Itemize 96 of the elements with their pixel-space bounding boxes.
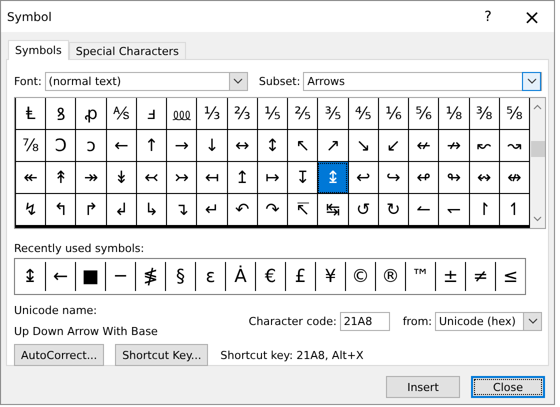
dialog-button[interactable]: AutoCorrect... bbox=[14, 344, 104, 366]
symbol-cell[interactable]: ⅞ bbox=[15, 130, 46, 162]
symbol-cell[interactable]: ꝸ bbox=[45, 98, 76, 130]
symbol-cell[interactable]: ⅜ bbox=[468, 98, 499, 130]
symbol-cell[interactable]: ↕ bbox=[256, 130, 288, 162]
dialog-button[interactable]: Close bbox=[471, 376, 545, 398]
subset-dropdown[interactable]: Arrows bbox=[303, 72, 542, 90]
help-button[interactable]: ? bbox=[466, 2, 510, 32]
symbol-cell[interactable]: ↩ bbox=[348, 162, 378, 194]
symbol-cell[interactable]: ↠ bbox=[75, 162, 106, 194]
symbol-cell[interactable]: ← bbox=[106, 130, 136, 162]
symbol-cell[interactable]: ↓ bbox=[196, 130, 227, 162]
font-label: Font: bbox=[14, 74, 42, 88]
symbol-cell[interactable]: ↷ bbox=[256, 194, 288, 226]
dialog-button[interactable]: Insert bbox=[386, 376, 460, 398]
symbol-cell[interactable]: ↽ bbox=[438, 194, 469, 226]
symbol-cell[interactable]: ↵ bbox=[196, 194, 227, 226]
symbol-cell[interactable]: ↘ bbox=[348, 130, 378, 162]
symbol-cell[interactable]: ↼ bbox=[408, 194, 438, 226]
symbol-cell[interactable]: ⅍ bbox=[106, 98, 136, 130]
close-button[interactable]: × bbox=[510, 2, 554, 32]
tab[interactable]: Symbols bbox=[8, 40, 69, 60]
character-code-label: Character code: bbox=[248, 314, 337, 328]
symbol-cell[interactable]: ↨ bbox=[317, 162, 348, 194]
window-title: Symbol bbox=[7, 10, 53, 24]
symbol-cell[interactable]: ↲ bbox=[106, 194, 136, 226]
symbol-cell[interactable]: Ⱡ bbox=[15, 98, 46, 130]
symbol-cell[interactable]: ⅗ bbox=[317, 98, 348, 130]
font-dropdown[interactable]: (normal text) bbox=[44, 72, 248, 90]
symbol-cell[interactable]: ↴ bbox=[166, 194, 196, 226]
subset-label: Subset: bbox=[258, 74, 300, 88]
symbol-cell[interactable]: ↺ bbox=[348, 194, 378, 226]
symbol-cell[interactable]: ꝓ bbox=[75, 98, 106, 130]
symbol-cell[interactable]: ↝ bbox=[498, 130, 529, 162]
symbol-cell[interactable]: ⅏ bbox=[166, 98, 196, 130]
chevron-icon bbox=[528, 318, 538, 324]
symbol-cell[interactable]: ↥ bbox=[226, 162, 257, 194]
symbol-cell[interactable]: ↑ bbox=[136, 130, 166, 162]
symbol-cell[interactable]: ⅎ bbox=[136, 98, 166, 130]
tab[interactable]: Special Characters bbox=[68, 42, 186, 59]
dialog-button[interactable]: Shortcut Key... bbox=[115, 344, 208, 366]
symbol-cell[interactable]: ↶ bbox=[226, 194, 257, 226]
symbol-cell[interactable]: ⅘ bbox=[348, 98, 378, 130]
symbol-cell[interactable]: ↧ bbox=[287, 162, 318, 194]
from-dropdown[interactable]: Unicode (hex) bbox=[435, 312, 542, 330]
scroll-thumb[interactable] bbox=[530, 141, 544, 157]
symbol-cell[interactable]: ↚ bbox=[408, 130, 438, 162]
unicode-name-label: Unicode name: bbox=[14, 304, 98, 317]
symbol-cell[interactable]: ⅕ bbox=[256, 98, 288, 130]
scroll-up-icon[interactable] bbox=[533, 104, 542, 110]
symbol-cell[interactable]: → bbox=[166, 130, 196, 162]
symbol-cell[interactable]: ⅛ bbox=[438, 98, 469, 130]
symbol-cell[interactable]: ⅖ bbox=[287, 98, 318, 130]
scrollbar[interactable] bbox=[530, 98, 545, 228]
symbol-cell[interactable]: ↖ bbox=[287, 130, 318, 162]
symbol-cell[interactable]: ↳ bbox=[136, 194, 166, 226]
symbol-cell[interactable]: ↬ bbox=[438, 162, 469, 194]
symbol-cell[interactable]: ↢ bbox=[136, 162, 166, 194]
from-label: from: bbox=[402, 314, 432, 328]
symbol-cell[interactable]: ↾ bbox=[468, 194, 499, 226]
symbol-cell[interactable]: ↮ bbox=[498, 162, 529, 194]
symbol-cell[interactable]: ↦ bbox=[256, 162, 288, 194]
symbol-cell[interactable]: ↛ bbox=[438, 130, 469, 162]
symbol-cell[interactable]: ↜ bbox=[468, 130, 499, 162]
character-code-field[interactable]: 21A8 bbox=[340, 312, 390, 330]
symbol-cell[interactable]: ↰ bbox=[45, 194, 76, 226]
chevron-icon bbox=[233, 78, 244, 84]
symbol-cell[interactable]: ↿ bbox=[498, 194, 529, 226]
scroll-down-icon[interactable] bbox=[533, 216, 542, 222]
symbol-cell[interactable]: ↪ bbox=[378, 162, 408, 194]
symbol-cell[interactable]: ↫ bbox=[408, 162, 438, 194]
symbol-cell[interactable]: ↄ bbox=[75, 130, 106, 162]
symbol-cell[interactable]: ↟ bbox=[45, 162, 76, 194]
symbol-cell[interactable]: ↙ bbox=[378, 130, 408, 162]
symbol-cell[interactable]: ↱ bbox=[75, 194, 106, 226]
symbol-cell[interactable]: ⅚ bbox=[408, 98, 438, 130]
symbol-cell[interactable]: ↯ bbox=[15, 194, 46, 226]
symbol-cell[interactable]: ↔ bbox=[226, 130, 257, 162]
recently-used-label: Recently used symbols: bbox=[14, 242, 146, 255]
symbol-cell[interactable]: ⅓ bbox=[196, 98, 227, 130]
symbol-cell[interactable]: ↗ bbox=[317, 130, 348, 162]
symbol-cell[interactable]: ↸ bbox=[287, 194, 318, 226]
symbol-cell[interactable]: ↤ bbox=[196, 162, 227, 194]
symbol-cell[interactable]: ⅔ bbox=[226, 98, 257, 130]
symbol-cell[interactable]: ⅙ bbox=[378, 98, 408, 130]
symbol-cell[interactable]: ↣ bbox=[166, 162, 196, 194]
symbol-cell[interactable]: ↹ bbox=[317, 194, 348, 226]
shortcut-key-text: Shortcut key: 21A8, Alt+X bbox=[220, 348, 364, 362]
symbol-cell[interactable]: ↡ bbox=[106, 162, 136, 194]
symbol-cell[interactable]: ⅝ bbox=[498, 98, 529, 130]
chevron-icon bbox=[526, 78, 536, 84]
unicode-name-value: Up Down Arrow With Base bbox=[14, 325, 159, 338]
symbol-cell[interactable]: Ↄ bbox=[45, 130, 76, 162]
symbol-cell[interactable]: ↭ bbox=[468, 162, 499, 194]
symbol-cell[interactable]: ↞ bbox=[15, 162, 46, 194]
symbol-cell[interactable]: ↻ bbox=[378, 194, 408, 226]
